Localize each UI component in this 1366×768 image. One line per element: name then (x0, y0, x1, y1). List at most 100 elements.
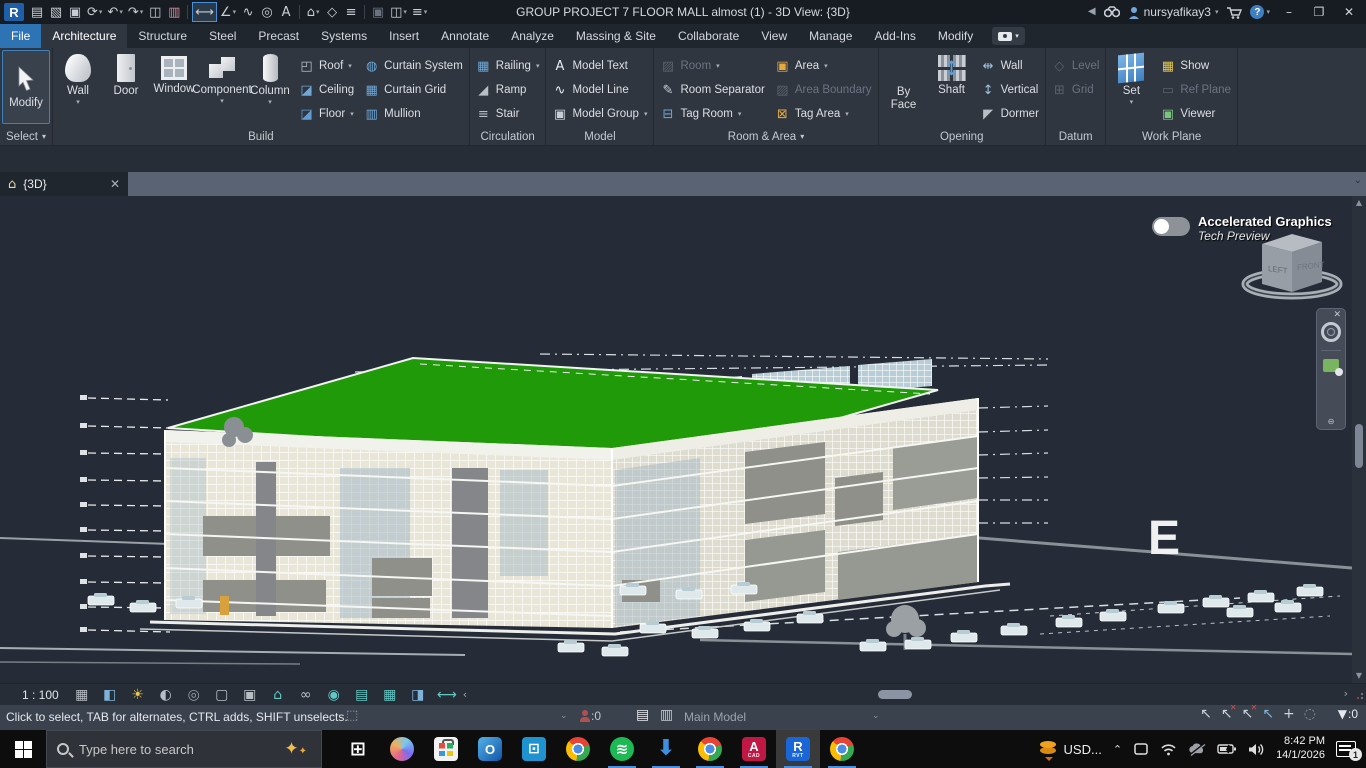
close-button[interactable]: ✕ (1338, 6, 1360, 18)
taskbar-search[interactable]: Type here to search ✦✦ (46, 730, 322, 768)
close-document-icon[interactable]: ▥ (165, 2, 183, 22)
taskbar-app-copilot[interactable] (380, 730, 424, 768)
shadows-icon[interactable]: ◐ (157, 688, 175, 702)
visual-style-icon[interactable]: ◧ (101, 688, 119, 702)
device-icon[interactable] (1133, 742, 1149, 756)
drag-on-selection-toggle[interactable]: + (1283, 707, 1295, 721)
viewer-button[interactable]: ▣Viewer (1156, 102, 1235, 126)
minimize-button[interactable]: – (1278, 6, 1300, 18)
taskbar-app-ms-store[interactable] (424, 730, 468, 768)
ceiling-button[interactable]: ◪Ceiling (295, 78, 358, 102)
panel-label-select[interactable]: Select▾ (2, 128, 50, 145)
viewbar-collapse-icon[interactable]: ‹ (463, 689, 467, 700)
by-face-button[interactable]: By Face (881, 50, 927, 112)
background-process-spinner[interactable]: ◌ (1304, 707, 1316, 721)
displacement-sets-icon[interactable]: ◨ (409, 688, 427, 702)
ribbon-tab-file[interactable]: File (0, 24, 41, 48)
show-button[interactable]: ▦Show (1156, 54, 1235, 78)
room-button[interactable]: ▨Room▾ (656, 54, 768, 78)
tab-3d-view[interactable]: ⌂ {3D} ✕ (0, 172, 128, 196)
panel-label-circulation[interactable]: Circulation (472, 128, 544, 145)
tag-area-button[interactable]: ⊠Tag Area▾ (771, 102, 876, 126)
column-button[interactable]: Column▾ (247, 50, 293, 106)
taskbar-app-revit[interactable]: RRVT (776, 730, 820, 768)
set-button[interactable]: Set▾ (1108, 50, 1154, 106)
modify-button[interactable]: Modify (2, 50, 50, 124)
customize-qat-icon[interactable]: ≡▾ (410, 2, 429, 22)
taskbar-app-spotify[interactable]: ≋ (600, 730, 644, 768)
vertical-scrollbar[interactable]: ▲ ▼ (1352, 196, 1366, 683)
shaft-button[interactable]: Shaft (929, 50, 975, 97)
wifi-icon[interactable] (1160, 743, 1177, 756)
scroll-down-icon[interactable]: ▼ (1356, 669, 1362, 683)
ribbon-tab-annotate[interactable]: Annotate (430, 24, 500, 48)
design-option-caret-icon[interactable]: ⌄ (872, 712, 880, 721)
railing-button[interactable]: ▦Railing▾ (472, 54, 544, 78)
text-icon[interactable]: A (277, 2, 295, 22)
locked-3d-view-icon[interactable]: ⌂ (269, 688, 287, 702)
detail-level-icon[interactable]: ▦ (73, 688, 91, 702)
wall-opening-button[interactable]: ⇹Wall (977, 54, 1043, 78)
ribbon-tab-modify[interactable]: Modify (927, 24, 984, 48)
select-pinned-toggle[interactable]: ↖✕ (1242, 707, 1254, 721)
crop-view-icon[interactable]: ▢ (213, 688, 231, 702)
vertical-opening-button[interactable]: ↕Vertical (977, 78, 1043, 102)
detail-line-icon[interactable]: ∿ (239, 2, 257, 22)
worksets-icon[interactable]: ▤ (636, 708, 649, 722)
design-options-icon[interactable]: ▥ (660, 708, 673, 722)
mullion-button[interactable]: ▥Mullion (360, 102, 467, 126)
roof-button[interactable]: ◰Roof▾ (295, 54, 358, 78)
ribbon-tab-massing-site[interactable]: Massing & Site (565, 24, 667, 48)
view-scale[interactable]: 1 : 100 (0, 688, 73, 702)
scroll-right-icon[interactable]: › (1344, 688, 1348, 699)
area-boundary-button[interactable]: ▨Area Boundary (771, 78, 876, 102)
window-button[interactable]: Window (151, 50, 197, 96)
taskbar-app-capcut[interactable]: ⊡ (512, 730, 556, 768)
tray-expand-icon[interactable]: ⌃ (1113, 743, 1122, 756)
vertical-scroll-thumb[interactable] (1355, 424, 1363, 468)
curtain-system-button[interactable]: ◍Curtain System (360, 54, 467, 78)
viewcube[interactable]: LEFT FRONT (1245, 234, 1339, 296)
usd-tray-item[interactable]: USD... (1038, 740, 1102, 758)
taskbar-clock[interactable]: 8:42 PM 14/1/2026 (1276, 735, 1325, 763)
media-button[interactable]: ▾ (992, 27, 1025, 45)
stair-button[interactable]: ≡Stair (472, 102, 544, 126)
render-dialog-icon[interactable]: ◎ (185, 688, 203, 702)
area-button[interactable]: ▣Area▾ (771, 54, 876, 78)
resize-grip[interactable] (1356, 692, 1364, 700)
ribbon-tab-analyze[interactable]: Analyze (500, 24, 565, 48)
level-button[interactable]: ◇Level (1048, 54, 1104, 78)
default-3d-view-icon[interactable]: ⌂▾ (304, 2, 322, 22)
ref-plane-button[interactable]: ▭Ref Plane (1156, 78, 1235, 102)
synchronize-icon[interactable]: ⟳▾ (85, 2, 104, 22)
render-icon[interactable]: ◇ (323, 2, 341, 22)
taskbar-app-downloads[interactable]: ⬇ (644, 730, 688, 768)
worksharing-caret-icon[interactable]: ⌄ (560, 712, 568, 721)
sun-path-icon[interactable]: ☀ (129, 688, 147, 702)
level-markers[interactable] (80, 395, 87, 632)
search-binoculars-icon[interactable] (1104, 6, 1120, 18)
editing-requests[interactable]: :0 (580, 709, 601, 723)
zoom-tool-icon[interactable] (1323, 359, 1339, 372)
scroll-up-icon[interactable]: ▲ (1356, 196, 1362, 210)
start-button[interactable] (0, 730, 46, 768)
drawing-area[interactable]: E LEFT FRONT Accelerated Graphics Tech P… (0, 196, 1366, 683)
elevation-marker-east[interactable]: E (1148, 512, 1180, 565)
curtain-grid-button[interactable]: ▦Curtain Grid (360, 78, 467, 102)
taskbar-app-chrome[interactable] (820, 730, 864, 768)
collapse-search-icon[interactable]: ◀ (1088, 7, 1096, 17)
taskbar-app-outlook[interactable]: O (468, 730, 512, 768)
print-icon[interactable]: ◫ (146, 2, 164, 22)
project-journal-icon[interactable]: ▤ (28, 2, 46, 22)
component-button[interactable]: Component▾ (199, 50, 245, 105)
panel-label-build[interactable]: Build (55, 128, 467, 145)
3d-model-view[interactable]: E LEFT FRONT (0, 196, 1352, 683)
select-by-face-toggle[interactable]: ↖ (1262, 707, 1274, 721)
cart-icon[interactable] (1226, 6, 1242, 19)
action-center-icon[interactable]: 1 (1336, 741, 1356, 757)
taskbar-app-autocad[interactable]: ACAD (732, 730, 776, 768)
temporary-hide-isolate-icon[interactable]: ∞ (297, 688, 315, 702)
grid-button[interactable]: ⊞Grid (1048, 78, 1104, 102)
analytical-model-icon[interactable]: ▦ (381, 688, 399, 702)
restore-button[interactable]: ❐ (1308, 6, 1330, 18)
